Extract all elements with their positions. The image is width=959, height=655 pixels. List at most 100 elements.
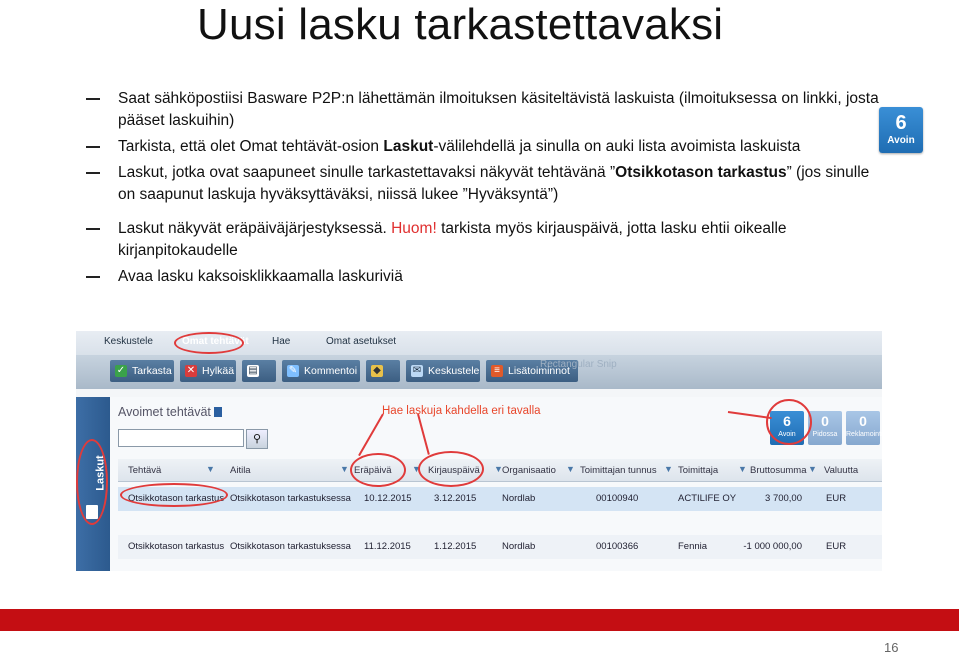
- check-icon: ✓: [115, 365, 127, 377]
- comment-icon: ✎: [287, 365, 299, 377]
- button-label: Hylkää: [202, 365, 235, 377]
- bullet-text: Saat sähköpostiisi Basware P2P:n lähettä…: [118, 90, 879, 129]
- highlight-ring: [350, 453, 406, 487]
- cell-status: Otsikkotason tarkastuksessa: [230, 493, 351, 504]
- bullet-bold-text: Otsikkotason tarkastus: [615, 164, 787, 181]
- filter-icon[interactable]: ▼: [206, 465, 215, 474]
- badge-count: 6: [895, 112, 907, 134]
- filter-icon[interactable]: ▼: [808, 465, 817, 474]
- filter-icon[interactable]: ▼: [664, 465, 673, 474]
- cell-status: Otsikkotason tarkastuksessa: [230, 541, 351, 552]
- reject-icon: ✕: [185, 365, 197, 377]
- bullet-text: Laskut näkyvät eräpäiväjärjestyksessä.: [118, 220, 392, 237]
- highlight-ring: [418, 451, 484, 487]
- bullet-bold-text: Laskut: [383, 138, 434, 155]
- filter-icon[interactable]: ▼: [494, 465, 503, 474]
- tarkasta-button[interactable]: ✓ Tarkasta: [110, 360, 174, 382]
- panel-title-text: Avoimet tehtävät: [118, 405, 211, 419]
- hylkaa-button[interactable]: ✕ Hylkää: [180, 360, 236, 382]
- app-screenshot: Keskustele Omat tehtävät Hae Omat asetuk…: [76, 331, 882, 571]
- menu-item-hae[interactable]: Hae: [272, 336, 290, 347]
- info-icon: [213, 407, 222, 417]
- document-icon: ▤: [247, 365, 259, 377]
- column-header[interactable]: Aitila: [230, 465, 251, 476]
- column-header[interactable]: Toimittaja: [678, 465, 718, 476]
- column-header[interactable]: Organisaatio: [502, 465, 556, 476]
- tile-pidossa[interactable]: 0 Pidossa: [808, 411, 842, 445]
- cell-gross-amount: 3 700,00: [765, 493, 802, 504]
- highlight-ring: [174, 332, 244, 354]
- bullet-dash: [86, 146, 100, 148]
- cell-supplier: Fennia: [678, 541, 708, 552]
- cell-due-date: 10.12.2015: [364, 493, 412, 504]
- panel-title: Avoimet tehtävät: [118, 405, 222, 419]
- bullet-text: Laskut, jotka ovat saapuneet sinulle tar…: [118, 164, 616, 181]
- tile-count: 0: [821, 413, 829, 429]
- bullet-dash: [86, 228, 100, 230]
- bullet-list: Saat sähköpostiisi Basware P2P:n lähettä…: [86, 88, 886, 292]
- highlight-ring: [76, 439, 108, 525]
- filter-icon[interactable]: ▼: [566, 465, 575, 474]
- button-label: Kommentoi: [304, 365, 358, 377]
- chat-icon: ✉: [411, 365, 423, 377]
- column-header[interactable]: Tehtävä: [128, 465, 161, 476]
- cell-organisation: Nordlab: [502, 541, 536, 552]
- bullet-text: Tarkista, että olet Omat tehtävät-osion: [118, 138, 384, 155]
- cell-due-date: 11.12.2015: [364, 541, 411, 552]
- table-row[interactable]: [118, 511, 882, 535]
- column-header[interactable]: Valuutta: [824, 465, 858, 476]
- tile-reklamointi[interactable]: 0 Reklamointi: [846, 411, 882, 445]
- menu-item-keskustele[interactable]: Keskustele: [104, 336, 153, 347]
- column-header[interactable]: Toimittajan tunnus: [580, 465, 657, 476]
- highlight-ring: [766, 399, 812, 445]
- open-tasks-badge: 6 Avoin: [879, 107, 923, 153]
- attachment-icon: ◆: [371, 365, 383, 377]
- cell-supplier-code: 00100940: [596, 493, 639, 504]
- cell-currency: EUR: [826, 541, 847, 552]
- tile-label: Pidossa: [812, 431, 838, 438]
- cell-organisation: Nordlab: [502, 493, 536, 504]
- tile-label: Reklamointi: [846, 431, 882, 438]
- bullet-item: Laskut, jotka ovat saapuneet sinulle tar…: [86, 162, 886, 206]
- toolbar: ✓ Tarkasta ✕ Hylkää ▤ ✎ Kommentoi ◆ ✉ Keskus…: [76, 355, 882, 389]
- keskustele-button[interactable]: ✉ Keskustele: [406, 360, 480, 382]
- bullet-dash: [86, 172, 100, 174]
- badge-label: Avoin: [887, 135, 915, 146]
- search-button[interactable]: ⚲: [246, 429, 268, 449]
- cell-supplier-code: 00100366: [596, 541, 639, 552]
- table-header: Tehtävä ▼ Aitila ▼ Eräpäivä ▼ Kirjauspäivä ▼…: [118, 459, 882, 482]
- cell-posting-date: 3.12.2015: [434, 493, 477, 504]
- bullet-item: Tarkista, että olet Omat tehtävät-osion …: [86, 136, 886, 158]
- bullet-item: Saat sähköpostiisi Basware P2P:n lähettä…: [86, 88, 886, 132]
- search-input[interactable]: [118, 429, 244, 447]
- bullet-item: Laskut näkyvät eräpäiväjärjestyksessä. H…: [86, 218, 886, 262]
- menu-item-omat-asetukset[interactable]: Omat asetukset: [326, 336, 396, 347]
- table-row[interactable]: Otsikkotason tarkastus Otsikkotason tark…: [118, 535, 882, 559]
- bullet-item: Avaa lasku kaksoisklikkaamalla laskurivi…: [86, 266, 886, 288]
- slide-title: Uusi lasku tarkastettavaksi: [197, 0, 724, 49]
- bullet-text: -välilehdellä ja sinulla on auki lista a…: [433, 138, 801, 155]
- cell-posting-date: 1.12.2015: [434, 541, 477, 552]
- search-icon: ⚲: [252, 433, 262, 445]
- cell-task: Otsikkotason tarkastus: [128, 541, 225, 552]
- snip-watermark: Rectangular Snip: [540, 359, 617, 370]
- column-header[interactable]: Bruttosumma: [750, 465, 807, 476]
- cell-gross-amount: -1 000 000,00: [743, 541, 802, 552]
- bullet-warning-text: Huom!: [391, 220, 437, 237]
- document-button[interactable]: ▤: [242, 360, 276, 382]
- bullet-dash: [86, 98, 100, 100]
- table-row[interactable]: Otsikkotason tarkastus Otsikkotason tark…: [118, 487, 882, 511]
- button-label: Tarkasta: [132, 365, 172, 377]
- annotation-note: Hae laskuja kahdella eri tavalla: [382, 405, 541, 417]
- tile-count: 0: [859, 413, 867, 429]
- filter-icon[interactable]: ▼: [738, 465, 747, 474]
- divider: [76, 389, 882, 397]
- highlight-ring: [120, 483, 228, 507]
- attachment-button[interactable]: ◆: [366, 360, 400, 382]
- cell-supplier: ACTILIFE OY: [678, 493, 737, 504]
- button-label: Keskustele: [428, 365, 480, 377]
- more-actions-icon: ≡: [491, 365, 503, 377]
- filter-icon[interactable]: ▼: [340, 465, 349, 474]
- page-number: 16: [884, 640, 899, 655]
- kommentoi-button[interactable]: ✎ Kommentoi: [282, 360, 360, 382]
